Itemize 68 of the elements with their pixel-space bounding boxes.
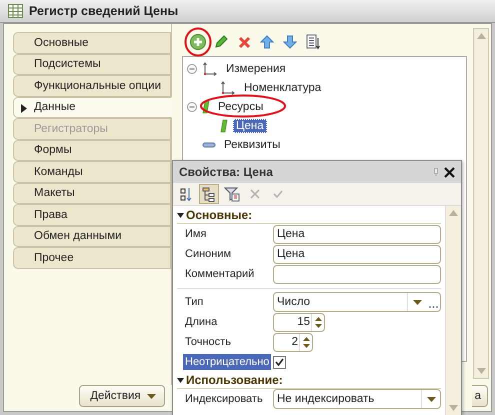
list-icon <box>306 34 320 50</box>
pin-icon[interactable] <box>434 168 438 176</box>
property-label: Точность <box>185 336 232 348</box>
collapse-icon[interactable] <box>187 102 197 112</box>
axes-icon <box>220 80 236 94</box>
expand-icon[interactable] <box>177 378 184 382</box>
table-icon <box>8 4 23 18</box>
sort-icon <box>180 188 192 202</box>
form-button[interactable]: а <box>472 385 488 407</box>
tree-item[interactable]: Реквизиты <box>221 138 284 152</box>
panel-title: Свойства: Цена <box>179 165 274 179</box>
property-label: Синоним <box>185 248 232 260</box>
property-label: Имя <box>185 228 208 240</box>
add-icon <box>190 34 206 50</box>
tree-item[interactable]: Номенклатура <box>241 80 324 94</box>
tree-view-icon <box>202 188 214 202</box>
dropdown-arrow-icon <box>146 394 156 398</box>
leaf-icon <box>202 100 210 114</box>
section-tab[interactable]: Макеты <box>13 182 171 204</box>
leaf-icon <box>220 118 228 132</box>
property-label: Комментарий <box>185 268 256 280</box>
text-field[interactable]: Цена <box>273 224 441 244</box>
attribute-icon <box>202 142 216 148</box>
group-header: Основные: <box>186 208 252 222</box>
section-tab[interactable]: Формы <box>13 140 171 161</box>
section-tab[interactable]: Основные <box>13 32 171 54</box>
tree-item[interactable]: Цена <box>233 118 267 132</box>
spin-arrows-icon <box>302 336 310 348</box>
section-tab[interactable]: Команды <box>13 161 171 182</box>
toolbar-button[interactable] <box>305 33 321 51</box>
section-tab[interactable]: Подсистемы <box>13 54 171 75</box>
section-tab[interactable]: Функциональные опции <box>13 75 171 96</box>
dropdown-arrow-icon <box>426 396 436 402</box>
spin-arrows-icon <box>314 316 322 328</box>
expand-icon[interactable] <box>177 212 184 218</box>
toolbar-button[interactable] <box>199 184 219 204</box>
pencil-icon <box>214 35 228 49</box>
delete-icon <box>238 36 250 48</box>
property-label: Индексировать <box>185 393 264 405</box>
arrow-down-icon <box>283 35 297 49</box>
section-tab[interactable]: Данные <box>13 96 172 118</box>
section-tab[interactable]: Прочее <box>13 247 171 268</box>
pointer-icon <box>21 104 27 112</box>
property-label: Неотрицательно <box>183 354 272 370</box>
collapse-icon[interactable] <box>187 64 197 74</box>
actions-button[interactable]: Действия <box>79 385 165 407</box>
number-field[interactable]: 2 <box>273 332 313 352</box>
section-tab[interactable]: Права <box>13 204 171 226</box>
close-icon[interactable] <box>444 166 455 178</box>
arrow-up-icon <box>260 35 274 49</box>
dropdown-field[interactable]: Не индексировать <box>273 389 441 409</box>
property-label: Длина <box>185 316 218 328</box>
group-header: Использование: <box>186 373 283 387</box>
tree-item[interactable]: Измерения <box>223 62 289 76</box>
window-title: Регистр сведений Цены <box>29 4 178 18</box>
axes-icon <box>202 62 218 76</box>
filter-icon <box>224 188 240 202</box>
text-field[interactable]: Цена <box>273 244 441 264</box>
property-label: Тип <box>185 296 204 308</box>
checkbox[interactable] <box>273 356 286 368</box>
cancel-icon <box>250 189 260 199</box>
checkmark-icon <box>273 190 283 198</box>
type-field[interactable]: Число <box>273 292 441 312</box>
dropdown-arrow-icon <box>412 300 422 304</box>
text-field[interactable] <box>273 264 441 284</box>
highlight-ring <box>184 27 212 57</box>
section-tab[interactable]: Обмен данными <box>13 226 171 247</box>
number-field[interactable]: 15 <box>273 312 325 332</box>
